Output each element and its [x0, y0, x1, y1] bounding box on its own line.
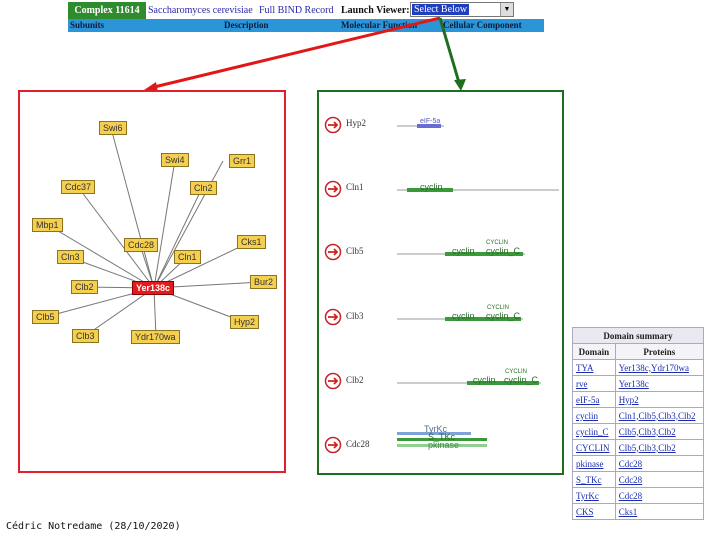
node-clb2[interactable]: Clb2	[71, 280, 98, 294]
domain-label-eif5a: eIF-5a	[420, 118, 441, 125]
proteins-link[interactable]: Cdc28	[614, 455, 705, 472]
proteins-link[interactable]: Cdc28	[614, 487, 705, 504]
go-arrow-icon	[324, 308, 342, 326]
domain-link[interactable]: S_TKc	[572, 471, 616, 488]
go-arrow-icon	[324, 372, 342, 390]
domain-link[interactable]: eIF-5a	[572, 391, 616, 408]
node-bur2[interactable]: Bur2	[250, 275, 278, 289]
domain-link[interactable]: CKS	[572, 503, 616, 520]
node-cln2[interactable]: Cln2	[190, 181, 217, 195]
author-credit: Cédric Notredame (28/10/2020)	[6, 521, 181, 532]
domain-graphics	[324, 116, 559, 454]
node-cdc28[interactable]: Cdc28	[124, 238, 159, 252]
domain-link[interactable]: cyclin	[572, 407, 616, 424]
domain-link[interactable]: pkinase	[572, 455, 616, 472]
node-cks1[interactable]: Cks1	[237, 235, 266, 249]
domain-label-cyclin: cyclin	[420, 182, 443, 192]
domain-link[interactable]: rve	[572, 375, 616, 392]
node-clb5[interactable]: Clb5	[32, 310, 59, 324]
proteins-link[interactable]: Yer138c,Ydr170wa	[614, 359, 705, 376]
green-arrow-line	[438, 17, 462, 87]
protein-label-clb2: Clb2	[346, 375, 364, 385]
domain-label-cyclin: cyclin	[452, 246, 475, 256]
go-arrow-icon	[324, 116, 342, 134]
domain-link[interactable]: CYCLIN	[572, 439, 616, 456]
node-cln3[interactable]: Cln3	[57, 250, 84, 264]
go-arrow-icon	[324, 243, 342, 261]
summary-title: Domain summary	[572, 327, 704, 344]
domain-link[interactable]: TYA	[572, 359, 616, 376]
proteins-link[interactable]: Clb5,Clb3,Clb2	[614, 423, 705, 440]
node-mbp1[interactable]: Mbp1	[32, 218, 63, 232]
node-swi4[interactable]: Swi4	[161, 153, 189, 167]
red-arrow-line	[149, 16, 441, 90]
node-yer138c[interactable]: Yer138c	[132, 281, 175, 295]
proteins-link[interactable]: Yer138c	[614, 375, 705, 392]
domain-label-pkinase: pkinase	[428, 440, 460, 450]
domain-summary-table: Domain summary Domain Proteins TYA Yer138…	[572, 327, 705, 520]
domain-label-cyclin: cyclin	[473, 375, 496, 385]
domain-label-cyclin-c: cyclin_C	[486, 311, 521, 321]
protein-label-clb3: Clb3	[346, 311, 364, 321]
node-grr1[interactable]: Grr1	[229, 154, 255, 168]
col-proteins-header: Proteins	[614, 343, 705, 360]
go-arrow-icon	[324, 180, 342, 198]
table-row: cyclin_C Clb5,Clb3,Clb2	[572, 423, 705, 440]
table-row: TyrKc Cdc28	[572, 487, 705, 504]
table-row: S_TKc Cdc28	[572, 471, 705, 488]
table-row: CYCLIN Clb5,Clb3,Clb2	[572, 439, 705, 456]
protein-label-hyp2: Hyp2	[346, 118, 366, 128]
table-row: TYA Yer138c,Ydr170wa	[572, 359, 705, 376]
domain-link[interactable]: TyrKc	[572, 487, 616, 504]
table-row: pkinase Cdc28	[572, 455, 705, 472]
domain-label-cyclin-caps: CYCLIN	[487, 305, 510, 311]
proteins-link[interactable]: Cdc28	[614, 471, 705, 488]
domain-label-cyclin: cyclin	[452, 311, 475, 321]
node-hyp2[interactable]: Hyp2	[230, 315, 260, 329]
node-clb3[interactable]: Clb3	[72, 329, 99, 343]
domain-label-cyclin-caps: CYCLIN	[486, 240, 509, 246]
protein-label-cdc28: Cdc28	[346, 439, 370, 449]
node-swi6[interactable]: Swi6	[99, 121, 127, 135]
domain-label-cyclin-c: cyclin_C	[504, 375, 539, 385]
domain-link[interactable]: cyclin_C	[572, 423, 616, 440]
table-row: rve Yer138c	[572, 375, 705, 392]
protein-label-cln1: Cln1	[346, 182, 364, 192]
go-arrow-icon	[324, 436, 342, 454]
node-cln1[interactable]: Cln1	[174, 250, 201, 264]
domain-label-cyclin-caps: CYCLIN	[505, 369, 528, 375]
proteins-link[interactable]: Hyp2	[614, 391, 705, 408]
col-domain-header: Domain	[572, 343, 616, 360]
node-ydr170wa[interactable]: Ydr170wa	[131, 330, 180, 344]
table-row: eIF-5a Hyp2	[572, 391, 705, 408]
node-cdc37[interactable]: Cdc37	[61, 180, 96, 194]
proteins-link[interactable]: Clb5,Clb3,Clb2	[614, 439, 705, 456]
table-row: CKS Cks1	[572, 503, 705, 520]
domain-label-cyclin-c: cyclin_C	[486, 246, 521, 256]
protein-label-clb5: Clb5	[346, 246, 364, 256]
proteins-link[interactable]: Cks1	[614, 503, 705, 520]
proteins-link[interactable]: Cln1,Clb5,Clb3,Clb2	[614, 407, 705, 424]
table-row: cyclin Cln1,Clb5,Clb3,Clb2	[572, 407, 705, 424]
